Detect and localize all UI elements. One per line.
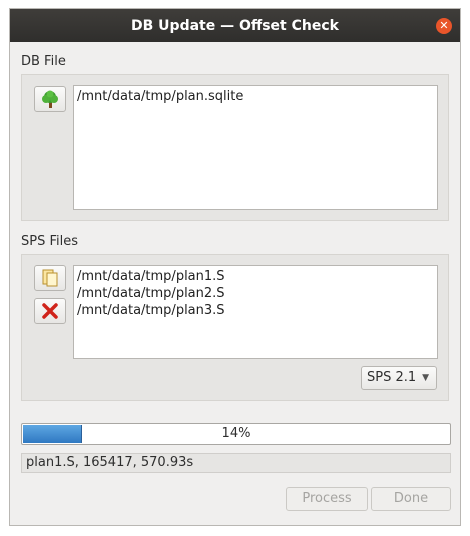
close-icon: ✕ bbox=[439, 19, 449, 32]
dialog-window: DB Update — Offset Check ✕ DB File /mnt/… bbox=[9, 8, 461, 526]
list-item[interactable]: /mnt/data/tmp/plan1.S bbox=[77, 268, 434, 285]
open-db-button[interactable] bbox=[34, 86, 66, 112]
close-button[interactable]: ✕ bbox=[436, 18, 452, 34]
process-button[interactable]: Process bbox=[286, 487, 368, 511]
progress-bar: 14% bbox=[21, 423, 451, 445]
sps-format-value: SPS 2.1 bbox=[367, 370, 417, 385]
title-bar: DB Update — Offset Check ✕ bbox=[10, 9, 460, 42]
db-path-field[interactable]: /mnt/data/tmp/plan.sqlite bbox=[73, 85, 438, 210]
window-title: DB Update — Offset Check bbox=[131, 17, 339, 34]
remove-sps-button[interactable] bbox=[34, 298, 66, 324]
db-file-label: DB File bbox=[21, 54, 66, 69]
status-text: plan1.S, 165417, 570.93s bbox=[26, 455, 194, 470]
open-files-icon bbox=[42, 269, 58, 287]
list-item[interactable]: /mnt/data/tmp/plan2.S bbox=[77, 285, 434, 302]
progress-label: 14% bbox=[221, 426, 251, 441]
list-item[interactable]: /mnt/data/tmp/plan3.S bbox=[77, 302, 434, 319]
done-button[interactable]: Done bbox=[371, 487, 451, 511]
sps-files-group: /mnt/data/tmp/plan1.S /mnt/data/tmp/plan… bbox=[21, 254, 449, 401]
red-x-icon bbox=[42, 303, 58, 319]
sps-files-label: SPS Files bbox=[21, 234, 79, 249]
add-sps-button[interactable] bbox=[34, 265, 66, 291]
db-file-group: /mnt/data/tmp/plan.sqlite bbox=[21, 74, 449, 221]
sps-file-list[interactable]: /mnt/data/tmp/plan1.S /mnt/data/tmp/plan… bbox=[73, 265, 438, 359]
sps-format-select[interactable]: SPS 2.1 ▼ bbox=[361, 366, 437, 390]
db-path-text: /mnt/data/tmp/plan.sqlite bbox=[77, 89, 244, 104]
status-line: plan1.S, 165417, 570.93s bbox=[21, 453, 451, 473]
chevron-down-icon: ▼ bbox=[422, 373, 429, 383]
tree-icon bbox=[42, 90, 58, 108]
